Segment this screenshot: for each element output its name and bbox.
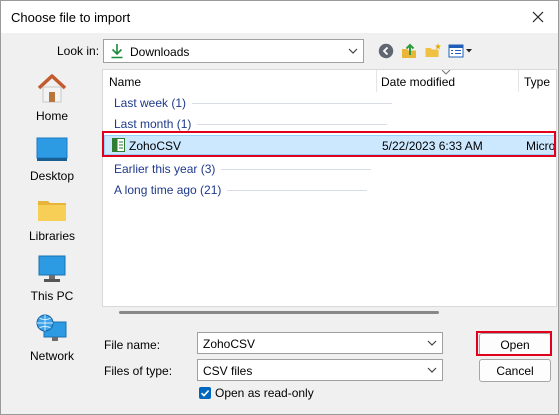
- place-network[interactable]: Network: [7, 309, 97, 367]
- close-button[interactable]: [524, 5, 552, 29]
- group-divider: [221, 168, 372, 170]
- chevron-down-icon[interactable]: [426, 337, 438, 349]
- place-desktop-label: Desktop: [29, 169, 75, 183]
- group-label: Last month (1): [114, 117, 192, 131]
- place-this-pc[interactable]: This PC: [7, 249, 97, 307]
- file-type-dropdown[interactable]: CSV files: [197, 359, 443, 381]
- group-last-week[interactable]: Last week (1): [114, 96, 393, 110]
- back-button[interactable]: [377, 41, 395, 61]
- group-divider: [227, 189, 368, 191]
- column-separator[interactable]: [376, 70, 377, 92]
- column-name[interactable]: Name: [109, 75, 141, 89]
- file-name: ZohoCSV: [129, 139, 182, 153]
- place-home-label: Home: [35, 109, 68, 123]
- group-divider: [197, 123, 388, 125]
- place-desktop[interactable]: Desktop: [7, 129, 97, 187]
- up-folder-button[interactable]: [399, 41, 419, 61]
- look-in-label: Look in:: [57, 44, 100, 58]
- sort-chevron-icon: [441, 70, 451, 75]
- group-divider: [192, 102, 393, 104]
- view-menu-button[interactable]: [447, 41, 475, 61]
- column-separator[interactable]: [518, 70, 519, 92]
- file-name-value: ZohoCSV: [203, 337, 256, 351]
- look-in-dropdown[interactable]: Downloads: [103, 39, 364, 63]
- column-header: Name Date modified Type: [103, 70, 556, 92]
- group-last-month[interactable]: Last month (1): [114, 117, 388, 131]
- cancel-button[interactable]: Cancel: [479, 359, 551, 382]
- dialog-title: Choose file to import: [11, 10, 131, 25]
- new-folder-button[interactable]: [423, 41, 443, 61]
- file-name-input[interactable]: ZohoCSV: [197, 332, 443, 354]
- places-bar: Home Desktop Libraries This PC Network: [7, 69, 97, 379]
- group-earlier-this-year[interactable]: Earlier this year (3): [114, 162, 372, 176]
- file-dialog: Choose file to import Look in: Downloads: [0, 0, 559, 415]
- home-icon: [37, 74, 67, 103]
- back-icon: [378, 43, 394, 59]
- file-name-label: File name:: [104, 338, 161, 352]
- group-label: Earlier this year (3): [114, 162, 216, 176]
- file-date: 5/22/2023 6:33 AM: [382, 139, 483, 153]
- open-button[interactable]: Open: [479, 333, 551, 356]
- title-bar: Choose file to import: [1, 1, 558, 33]
- place-network-label: Network: [29, 349, 74, 363]
- file-type-value: CSV files: [203, 364, 253, 378]
- look-in-value: Downloads: [130, 45, 190, 59]
- file-row-selected[interactable]: ZohoCSV 5/22/2023 6:33 AM Micro: [104, 135, 556, 155]
- place-libraries-label: Libraries: [28, 229, 76, 243]
- place-libraries[interactable]: Libraries: [7, 189, 97, 247]
- file-type-label: Files of type:: [104, 364, 173, 378]
- desktop-icon: [36, 137, 68, 161]
- group-label: Last week (1): [114, 96, 187, 110]
- place-home[interactable]: Home: [7, 69, 97, 127]
- csv-file-icon: [112, 138, 125, 152]
- column-type[interactable]: Type: [524, 75, 550, 89]
- download-icon: [111, 44, 123, 59]
- view-menu-icon: [448, 44, 472, 58]
- file-list[interactable]: Name Date modified Type Last week (1) La…: [102, 69, 557, 307]
- network-icon: [36, 314, 67, 341]
- this-pc-icon: [38, 255, 66, 282]
- new-folder-icon: [425, 43, 441, 57]
- column-date-modified[interactable]: Date modified: [381, 75, 455, 89]
- group-label: A long time ago (21): [114, 183, 222, 197]
- file-type: Micro: [526, 139, 556, 153]
- close-icon: [532, 11, 544, 23]
- group-long-time-ago[interactable]: A long time ago (21): [114, 183, 368, 197]
- checkmark-icon: [200, 390, 210, 397]
- libraries-icon: [38, 201, 66, 221]
- up-folder-icon: [402, 43, 416, 58]
- chevron-down-icon: [348, 48, 358, 54]
- chevron-down-icon: [427, 367, 437, 373]
- read-only-checkbox[interactable]: [199, 387, 211, 399]
- place-this-pc-label: This PC: [30, 289, 74, 303]
- read-only-label[interactable]: Open as read-only: [215, 386, 314, 400]
- horizontal-scrollbar[interactable]: [119, 311, 439, 314]
